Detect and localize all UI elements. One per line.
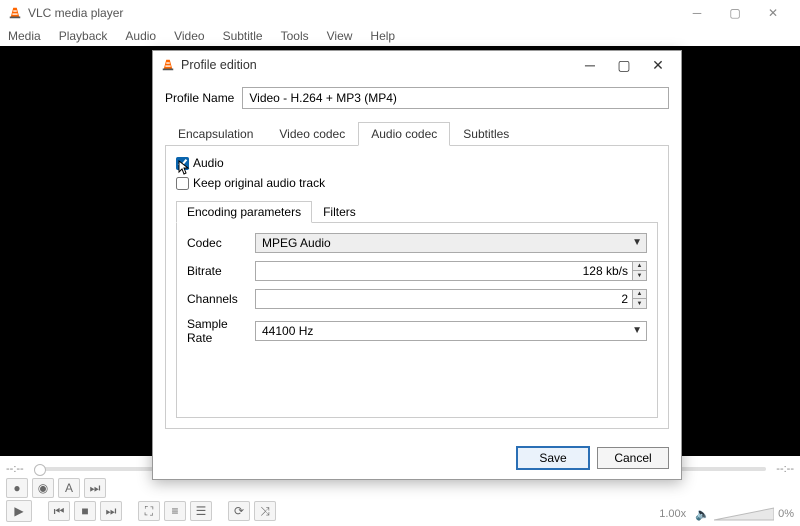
next-button[interactable]: ⏭: [100, 501, 122, 521]
playback-toolbar: ▶ ⏮ ■ ⏭ ⛶ ≡ ☰ ⟳ ⤨: [6, 500, 276, 522]
channels-value: 2: [621, 292, 628, 306]
volume-percent: 0%: [778, 508, 794, 520]
record-toolbar: ● ◉ A ⏭: [6, 478, 106, 498]
stop-button[interactable]: ■: [74, 501, 96, 521]
bitrate-spinner[interactable]: ▲▼: [633, 261, 647, 281]
keep-original-label: Keep original audio track: [193, 176, 325, 190]
sample-rate-label: Sample Rate: [187, 317, 255, 345]
codec-value: MPEG Audio: [262, 236, 331, 250]
menu-audio[interactable]: Audio: [125, 29, 156, 43]
fullscreen-button[interactable]: ⛶: [138, 501, 160, 521]
profile-edition-dialog: Profile edition ─ ▢ ✕ Profile Name Encap…: [152, 50, 682, 480]
top-tabs: Encapsulation Video codec Audio codec Su…: [165, 121, 669, 146]
tab-subtitles[interactable]: Subtitles: [450, 122, 522, 146]
save-button[interactable]: Save: [517, 447, 589, 469]
loop-button[interactable]: ⟳: [228, 501, 250, 521]
bitrate-input[interactable]: 128 kb/s: [255, 261, 633, 281]
sample-rate-select[interactable]: 44100 Hz ▼: [255, 321, 647, 341]
channels-spinner[interactable]: ▲▼: [633, 289, 647, 309]
dialog-title: Profile edition: [181, 58, 257, 72]
profile-name-label: Profile Name: [165, 91, 234, 105]
main-window-title: VLC media player: [28, 6, 123, 20]
encoding-parameters-panel: Codec MPEG Audio ▼ Bitrate 128 kb/s: [176, 223, 658, 418]
dialog-minimize-button[interactable]: ─: [573, 53, 607, 77]
main-menubar: Media Playback Audio Video Subtitle Tool…: [0, 26, 800, 46]
menu-playback[interactable]: Playback: [59, 29, 108, 43]
subtab-filters[interactable]: Filters: [312, 201, 367, 223]
chevron-down-icon: ▼: [632, 237, 642, 248]
volume-slider[interactable]: [714, 507, 774, 521]
extended-settings-button[interactable]: ≡: [164, 501, 186, 521]
previous-button[interactable]: ⏮: [48, 501, 70, 521]
play-button[interactable]: ▶: [6, 500, 32, 522]
channels-label: Channels: [187, 292, 255, 306]
tab-encapsulation[interactable]: Encapsulation: [165, 122, 266, 146]
cancel-button[interactable]: Cancel: [597, 447, 669, 469]
sample-rate-value: 44100 Hz: [262, 324, 313, 338]
dialog-close-button[interactable]: ✕: [641, 53, 675, 77]
mute-icon[interactable]: 🔈: [695, 507, 710, 521]
menu-view[interactable]: View: [327, 29, 353, 43]
keep-original-checkbox[interactable]: [176, 177, 189, 190]
playback-speed[interactable]: 1.00x: [654, 506, 691, 522]
vlc-cone-icon: [8, 6, 22, 20]
audio-codec-tab-panel: Audio Keep original audio track Encoding…: [165, 146, 669, 429]
bitrate-label: Bitrate: [187, 264, 255, 278]
main-window-titlebar: VLC media player ─ ▢ ✕: [0, 0, 800, 26]
record-button[interactable]: ●: [6, 478, 28, 498]
menu-media[interactable]: Media: [8, 29, 41, 43]
ab-loop-a-button[interactable]: A: [58, 478, 80, 498]
dialog-maximize-button[interactable]: ▢: [607, 53, 641, 77]
channels-input[interactable]: 2: [255, 289, 633, 309]
audio-checkbox-label: Audio: [193, 156, 224, 170]
vlc-cone-icon: [161, 58, 175, 72]
menu-tools[interactable]: Tools: [281, 29, 309, 43]
profile-name-input[interactable]: [242, 87, 669, 109]
sub-tabs: Encoding parameters Filters: [176, 200, 658, 223]
tab-video-codec[interactable]: Video codec: [266, 122, 358, 146]
audio-checkbox[interactable]: [176, 157, 189, 170]
codec-label: Codec: [187, 236, 255, 250]
elapsed-time: --:--: [6, 463, 28, 475]
total-time: --:--: [772, 463, 794, 475]
main-maximize-button[interactable]: ▢: [716, 0, 754, 26]
codec-select[interactable]: MPEG Audio ▼: [255, 233, 647, 253]
tab-audio-codec[interactable]: Audio codec: [358, 122, 450, 146]
snapshot-button[interactable]: ◉: [32, 478, 54, 498]
subtab-encoding-parameters[interactable]: Encoding parameters: [176, 201, 312, 223]
menu-video[interactable]: Video: [174, 29, 204, 43]
dialog-titlebar[interactable]: Profile edition ─ ▢ ✕: [153, 51, 681, 79]
chevron-down-icon: ▼: [632, 325, 642, 336]
frame-step-button[interactable]: ⏭: [84, 478, 106, 498]
main-close-button[interactable]: ✕: [754, 0, 792, 26]
menu-help[interactable]: Help: [370, 29, 395, 43]
bitrate-value: 128 kb/s: [583, 264, 628, 278]
shuffle-button[interactable]: ⤨: [254, 501, 276, 521]
menu-subtitle[interactable]: Subtitle: [223, 29, 263, 43]
playlist-button[interactable]: ☰: [190, 501, 212, 521]
main-minimize-button[interactable]: ─: [678, 0, 716, 26]
